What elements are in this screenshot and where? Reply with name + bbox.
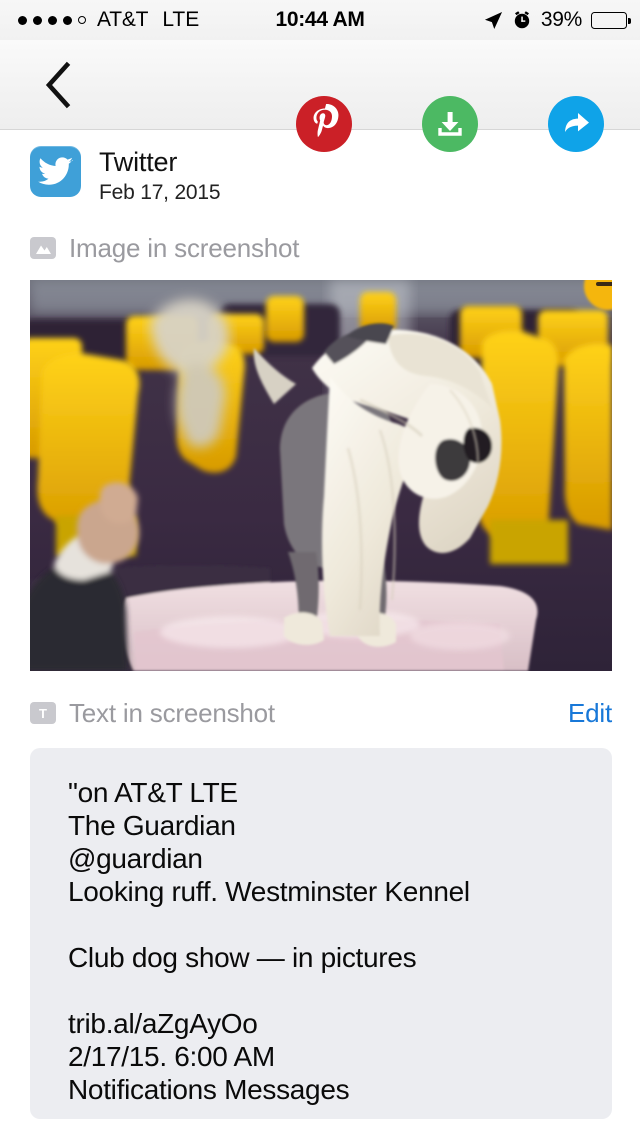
chevron-left-icon — [45, 61, 71, 108]
back-button[interactable] — [28, 40, 88, 129]
twitter-bird-glyph — [37, 156, 73, 185]
source-app-name: Twitter — [99, 147, 178, 177]
text-section-label: Text in screenshot — [69, 697, 275, 728]
battery-icon — [591, 11, 631, 29]
pinterest-icon — [296, 96, 352, 152]
dog-show-photo — [30, 280, 612, 671]
app-toolbar — [0, 40, 640, 152]
download-icon — [422, 96, 478, 152]
ocr-line-blank — [68, 974, 612, 1007]
ocr-text-card[interactable]: "on AT&T LTE The Guardian @guardian Look… — [30, 748, 612, 1119]
alarm-clock-icon — [514, 11, 530, 29]
location-arrow-icon — [484, 11, 502, 29]
mountain-glyph — [35, 245, 51, 254]
download-button[interactable] — [418, 92, 482, 156]
status-bar-right: 39% — [484, 0, 631, 40]
image-section-header: Image in screenshot — [0, 231, 640, 265]
text-badge-letter: T — [39, 705, 47, 721]
source-app-text: Twitter Feb 17, 2015 — [99, 146, 221, 206]
share-arrow-icon — [548, 96, 604, 152]
ocr-line: Looking ruff. Westminster Kennel — [68, 876, 470, 907]
status-bar: AT&T LTE 10:44 AM 39% — [0, 0, 640, 40]
ocr-line: trib.al/aZgAyOo — [68, 1008, 258, 1039]
ocr-line: The Guardian — [68, 810, 236, 841]
ocr-line: "on AT&T LTE — [68, 777, 238, 808]
ocr-line: @guardian — [68, 843, 203, 874]
image-badge-icon — [30, 237, 56, 259]
text-section-header: T Text in screenshot Edit — [0, 696, 640, 730]
source-date: Feb 17, 2015 — [99, 181, 221, 204]
ocr-line-blank — [68, 908, 612, 941]
pinterest-button[interactable] — [292, 92, 356, 156]
pinterest-p-glyph — [313, 104, 339, 137]
ocr-line: Club dog show — in pictures — [68, 942, 417, 973]
twitter-icon — [30, 146, 81, 197]
battery-percent-label: 39% — [540, 8, 582, 31]
share-button[interactable] — [544, 92, 608, 156]
text-badge-icon: T — [30, 702, 56, 724]
forward-arrow-glyph — [565, 113, 589, 132]
screenshot-image[interactable] — [30, 280, 612, 671]
ocr-line: Notifications Messages — [68, 1074, 350, 1105]
image-section-label: Image in screenshot — [69, 232, 300, 263]
screenshot-detail-content: Twitter Feb 17, 2015 Image in screenshot — [0, 130, 640, 1119]
ocr-line: 2/17/15. 6:00 AM — [68, 1041, 275, 1072]
download-arrow-glyph — [438, 112, 462, 136]
edit-button[interactable]: Edit — [568, 698, 612, 729]
